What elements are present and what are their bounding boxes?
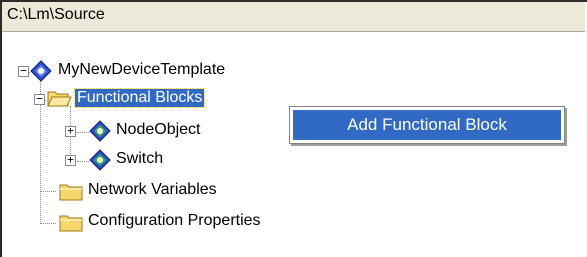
tree-item-switch[interactable]: Switch bbox=[116, 150, 163, 168]
node-object-expander[interactable]: + bbox=[65, 125, 76, 137]
path-text: C:\Lm\Source bbox=[7, 6, 105, 23]
menu-item-add-functional-block[interactable]: Add Functional Block bbox=[293, 110, 561, 140]
tree-line bbox=[77, 161, 89, 162]
functional-blocks-expander[interactable]: − bbox=[34, 93, 45, 105]
path-bar: C:\Lm\Source bbox=[2, 2, 585, 32]
context-menu: Add Functional Block bbox=[289, 106, 565, 144]
tree-item-node-object[interactable]: NodeObject bbox=[116, 121, 201, 139]
block-diamond-icon bbox=[89, 120, 111, 142]
tree-item-network-variables[interactable]: Network Variables bbox=[88, 181, 217, 199]
tree-item-root[interactable]: MyNewDeviceTemplate bbox=[58, 61, 225, 79]
root-expander[interactable]: − bbox=[18, 65, 29, 77]
folder-icon bbox=[59, 215, 83, 232]
tree-line bbox=[40, 191, 56, 192]
folder-icon bbox=[59, 184, 83, 201]
tree-line bbox=[77, 132, 89, 133]
switch-expander[interactable]: + bbox=[65, 154, 76, 166]
tree-line bbox=[40, 223, 56, 224]
device-diamond-icon bbox=[30, 60, 52, 82]
open-folder-icon bbox=[47, 91, 72, 107]
tree-view[interactable]: − MyNewDeviceTemplate − Functional Block… bbox=[2, 34, 587, 257]
block-diamond-icon bbox=[89, 149, 111, 171]
tree-item-configuration-properties[interactable]: Configuration Properties bbox=[88, 212, 261, 230]
tree-item-functional-blocks[interactable]: Functional Blocks bbox=[73, 88, 206, 108]
